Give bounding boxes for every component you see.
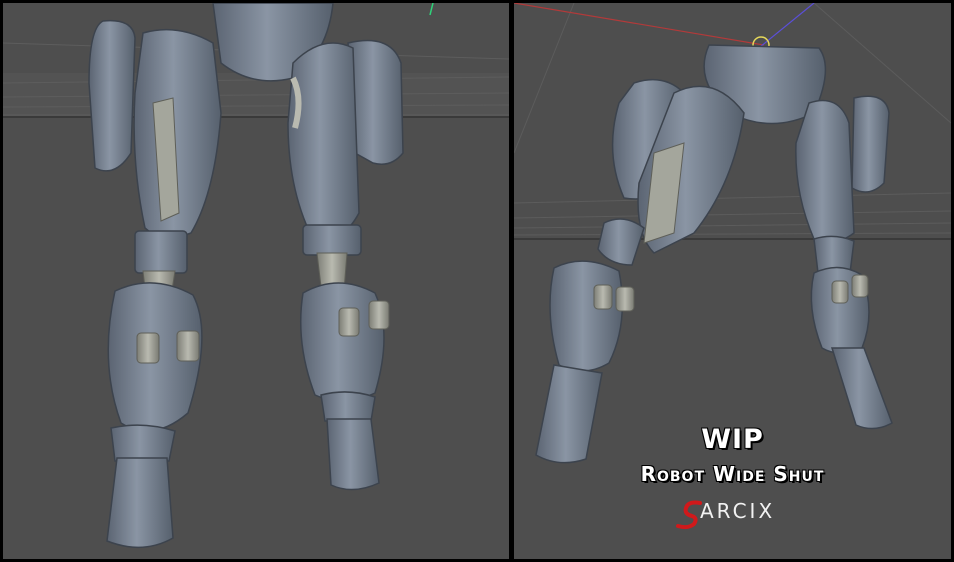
- axis-gizmo-y: [429, 3, 434, 16]
- wip-label: WIP: [701, 424, 764, 455]
- sarcix-logo: ARCIX: [674, 496, 824, 530]
- left-viewport-canvas[interactable]: [3, 3, 509, 559]
- ground-plane: [3, 115, 509, 559]
- left-viewport[interactable]: [3, 3, 509, 559]
- project-title: Robot Wide Shut: [640, 462, 825, 486]
- logo-text: ARCIX: [700, 499, 776, 523]
